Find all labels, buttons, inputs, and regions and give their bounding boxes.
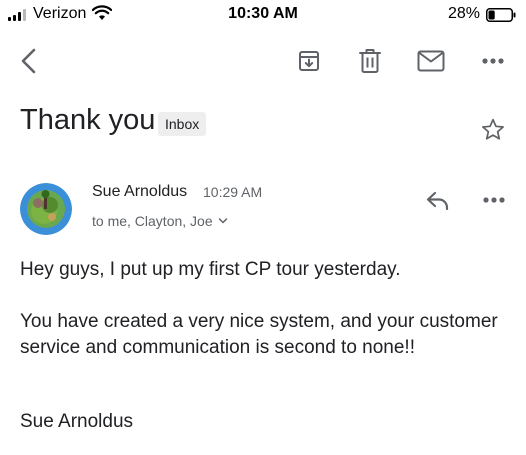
- recipients-text: to me, Clayton, Joe: [92, 213, 213, 229]
- status-bar: Verizon 10:30 AM 28%: [0, 0, 526, 30]
- sender-avatar[interactable]: [20, 183, 72, 235]
- recipients-toggle[interactable]: to me, Clayton, Joe: [92, 213, 228, 229]
- mail-icon: [417, 50, 445, 72]
- message-more-icon[interactable]: [480, 186, 508, 214]
- sender-name[interactable]: Sue Arnoldus: [92, 183, 187, 201]
- trash-icon: [359, 49, 381, 73]
- more-options-button[interactable]: [478, 46, 508, 76]
- body-paragraph: Hey guys, I put up my first CP tour yest…: [20, 259, 401, 280]
- delete-button[interactable]: [355, 46, 385, 76]
- sent-time: 10:29 AM: [203, 184, 263, 200]
- back-button[interactable]: [14, 46, 44, 76]
- signature: Sue Arnoldus: [20, 411, 134, 432]
- sender-photo: [20, 183, 72, 235]
- reply-icon[interactable]: [424, 186, 452, 214]
- battery-icon: [486, 8, 516, 22]
- email-subject: Thank you: [20, 104, 156, 136]
- body-paragraph: You have created a very nice system, and…: [20, 311, 498, 358]
- chevron-left-icon: [21, 48, 36, 74]
- archive-button[interactable]: [294, 46, 324, 76]
- star-icon[interactable]: [480, 117, 506, 143]
- archive-icon: [299, 51, 319, 71]
- message-toolbar: [0, 38, 526, 84]
- more-horiz-icon: [482, 58, 504, 64]
- inbox-label-chip[interactable]: Inbox: [158, 112, 207, 136]
- mark-unread-button[interactable]: [416, 46, 446, 76]
- battery-percentage: 28%: [447, 5, 480, 22]
- chevron-down-icon: [218, 218, 227, 224]
